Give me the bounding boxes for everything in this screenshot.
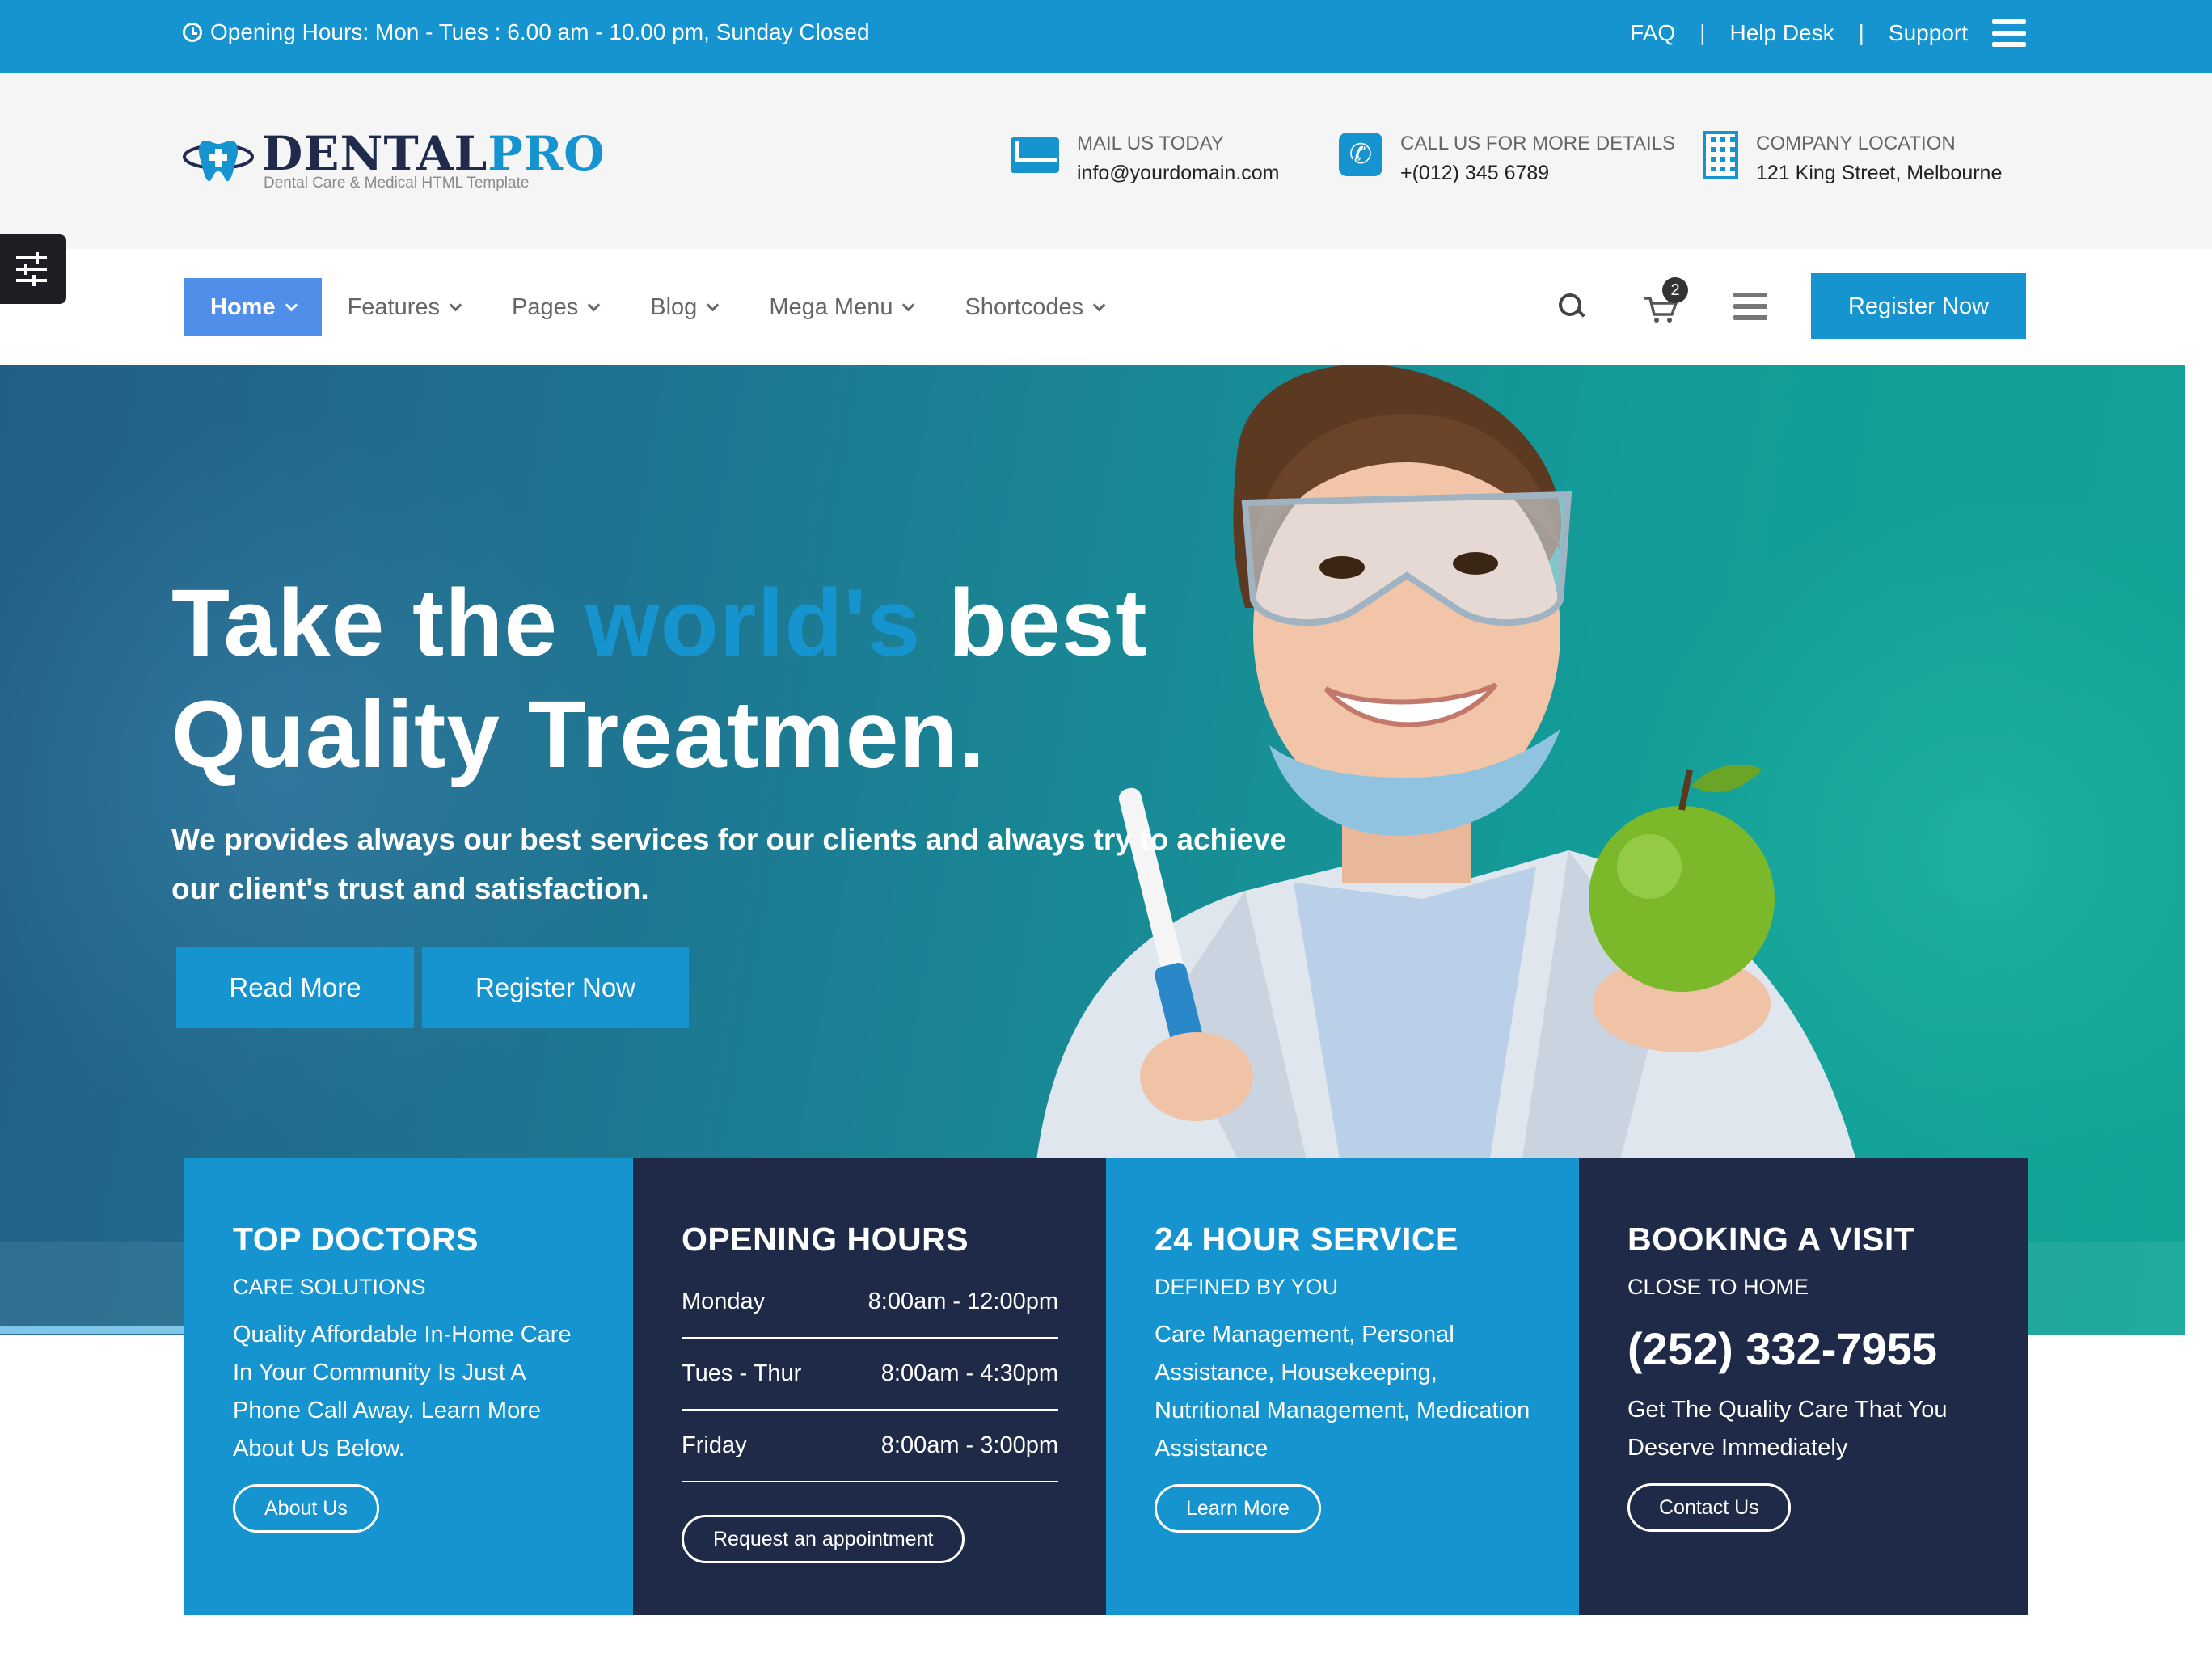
logo-brand: DENTALPRO: [262, 126, 606, 181]
location-label: COMPANY LOCATION: [1756, 133, 1956, 154]
chevron-down-icon: [902, 298, 915, 311]
card-24-hour-service: 24 HOUR SERVICE DEFINED BY YOU Care Mana…: [1106, 1158, 1579, 1615]
hero-title: Take the world's best Quality Treatmen.: [171, 567, 1148, 791]
card-text: Care Management, Personal Assistance, Ho…: [1155, 1322, 1530, 1461]
nav-menu: Home Features Pages Blog Mega Menu Short…: [184, 278, 1129, 336]
phone-label: CALL US FOR MORE DETAILS: [1400, 133, 1676, 154]
contact-location: COMPANY LOCATION 121 King Street, Melbou…: [1703, 129, 2002, 188]
chevron-down-icon: [707, 298, 720, 311]
link-separator: |: [1699, 20, 1706, 45]
opening-hours-text: Opening Hours: Mon - Tues : 6.00 am - 10…: [210, 19, 870, 44]
contact-mail: MAIL US TODAY info@yourdomain.com: [1011, 129, 1280, 188]
learn-more-button[interactable]: Learn More: [1155, 1484, 1321, 1533]
nav-item-mega-menu[interactable]: Mega Menu: [743, 278, 939, 336]
hero-title-highlight: world's: [585, 570, 922, 677]
request-appointment-button[interactable]: Request an appointment: [682, 1515, 965, 1563]
about-us-button[interactable]: About Us: [233, 1484, 379, 1533]
nav-item-features[interactable]: Features: [322, 278, 486, 336]
site-logo[interactable]: DENTALPRO Dental Care & Medical HTML Tem…: [183, 126, 605, 192]
chevron-down-icon: [587, 298, 601, 311]
feature-cards: TOP DOCTORS CARE SOLUTIONS Quality Affor…: [184, 1158, 2028, 1615]
card-text: Quality Affordable In-Home Care In Your …: [233, 1322, 572, 1461]
mail-label: MAIL US TODAY: [1077, 133, 1224, 154]
hours-row: Tues - Thur 8:00am - 4:30pm: [682, 1339, 1058, 1411]
menu-icon[interactable]: [1733, 293, 1767, 320]
hours-row: Monday 8:00am - 12:00pm: [682, 1267, 1058, 1339]
read-more-button[interactable]: Read More: [176, 947, 414, 1028]
top-links: FAQ | Help Desk | Support: [1630, 19, 2026, 47]
hero-buttons: Read More Register Now: [176, 947, 689, 1028]
cart-button[interactable]: 2: [1643, 277, 1688, 324]
hero-title-pre: Take the: [171, 570, 585, 677]
hamburger-icon[interactable]: [1992, 19, 2026, 47]
nav-item-blog[interactable]: Blog: [624, 278, 743, 336]
card-subtitle: CLOSE TO HOME: [1627, 1275, 1809, 1299]
chevron-down-icon: [1092, 298, 1106, 311]
chevron-down-icon: [449, 298, 462, 311]
location-value: 121 King Street, Melbourne: [1756, 162, 2003, 184]
card-subtitle: DEFINED BY YOU: [1155, 1275, 1339, 1299]
hero-register-button[interactable]: Register Now: [422, 947, 689, 1028]
hero-title-line2: Quality Treatmen.: [171, 681, 986, 788]
clock-icon: [183, 23, 202, 42]
register-now-button[interactable]: Register Now: [1811, 273, 2026, 339]
faq-link[interactable]: FAQ: [1630, 20, 1675, 46]
site-header: DENTALPRO Dental Care & Medical HTML Tem…: [0, 73, 2212, 249]
mail-icon: [1011, 137, 1059, 173]
contact-phone: ✆ CALL US FOR MORE DETAILS +(012) 345 67…: [1339, 129, 1675, 188]
support-link[interactable]: Support: [1889, 20, 1968, 46]
hero-accent-stripe: [0, 1326, 186, 1334]
opening-hours: Opening Hours: Mon - Tues : 6.00 am - 10…: [183, 19, 870, 45]
link-separator: |: [1858, 20, 1864, 45]
booking-phone[interactable]: (252) 332-7955: [1627, 1322, 1979, 1375]
hours-row: Friday 8:00am - 3:00pm: [682, 1411, 1058, 1482]
phone-value[interactable]: +(012) 345 6789: [1400, 158, 1675, 188]
hero-subtitle: We provides always our best services for…: [171, 823, 1287, 905]
cart-count-badge: 2: [1662, 277, 1688, 303]
card-booking-visit: BOOKING A VISIT CLOSE TO HOME (252) 332-…: [1579, 1158, 2028, 1615]
card-opening-hours: OPENING HOURS Monday 8:00am - 12:00pm Tue…: [633, 1158, 1106, 1615]
hero-title-post: best: [921, 570, 1148, 677]
nav-item-pages[interactable]: Pages: [486, 278, 624, 336]
building-icon: [1703, 131, 1738, 179]
logo-tagline: Dental Care & Medical HTML Template: [264, 175, 530, 192]
card-title: TOP DOCTORS: [233, 1221, 479, 1258]
top-bar: Opening Hours: Mon - Tues : 6.00 am - 10…: [0, 0, 2212, 73]
tooth-logo-icon: [183, 141, 254, 182]
chevron-down-icon: [285, 298, 298, 311]
card-top-doctors: TOP DOCTORS CARE SOLUTIONS Quality Affor…: [184, 1158, 633, 1615]
card-title: OPENING HOURS: [682, 1221, 969, 1258]
main-nav: Home Features Pages Blog Mega Menu Short…: [0, 249, 2212, 365]
help-desk-link[interactable]: Help Desk: [1729, 20, 1834, 46]
nav-item-home[interactable]: Home: [184, 278, 322, 336]
card-text: Get The Quality Care That You Deserve Im…: [1627, 1397, 1948, 1461]
phone-icon: ✆: [1339, 133, 1382, 176]
card-title: 24 HOUR SERVICE: [1155, 1221, 1458, 1258]
settings-sliders-icon[interactable]: [0, 234, 66, 304]
card-subtitle: CARE SOLUTIONS: [233, 1275, 426, 1299]
mail-value[interactable]: info@yourdomain.com: [1077, 158, 1280, 188]
nav-item-shortcodes[interactable]: Shortcodes: [939, 278, 1129, 336]
nav-tools: 2 Register Now: [1559, 273, 2026, 339]
search-icon[interactable]: [1559, 293, 1585, 319]
contact-us-button[interactable]: Contact Us: [1627, 1483, 1791, 1532]
hours-list: Monday 8:00am - 12:00pm Tues - Thur 8:00am…: [682, 1267, 1058, 1482]
card-title: BOOKING A VISIT: [1627, 1221, 1915, 1258]
